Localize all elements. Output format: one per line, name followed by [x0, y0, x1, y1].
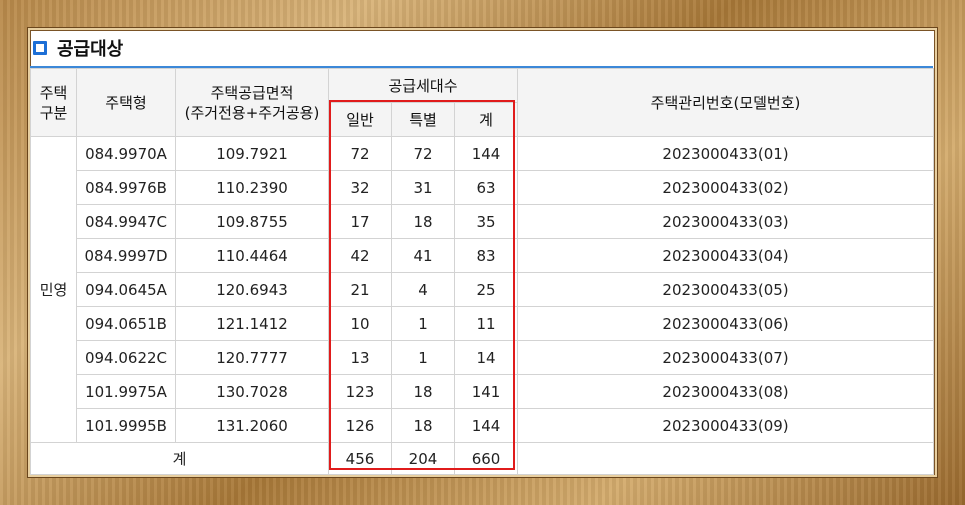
cell-special: 1	[391, 306, 455, 341]
supply-table: 주택 구분 주택형 주택공급면적 (주거전용+주거공용) 공급세대수 주택관리번…	[30, 68, 935, 475]
col-header-units: 공급세대수	[327, 68, 519, 103]
cell-type: 084.9947C	[76, 204, 176, 239]
cell-type: 084.9976B	[76, 170, 176, 205]
cell-total: 144	[453, 136, 519, 171]
table-row: 084.9976B 110.2390 32 31 63 2023000433(0…	[31, 170, 935, 205]
total-mgmt-empty	[517, 442, 935, 475]
section-title: 공급대상	[57, 39, 124, 60]
cell-mgmt: 2023000433(04)	[517, 238, 935, 273]
cell-type: 101.9995B	[76, 408, 176, 443]
cell-area: 121.1412	[175, 306, 329, 341]
col-header-type: 주택형	[76, 68, 176, 137]
cell-special: 31	[391, 170, 455, 205]
group-label: 민영	[30, 136, 77, 443]
cell-general: 123	[328, 374, 392, 409]
total-row: 계 456 204 660	[30, 442, 935, 475]
cell-total: 63	[453, 170, 519, 205]
cell-mgmt: 2023000433(09)	[517, 408, 935, 443]
cell-total: 83	[453, 238, 519, 273]
cell-area: 110.4464	[175, 238, 329, 273]
col-header-units-special: 특별	[391, 102, 455, 137]
cell-mgmt: 2023000433(01)	[517, 136, 935, 171]
cell-mgmt: 2023000433(02)	[517, 170, 935, 205]
table-row: 민영 084.9970A 109.7921 72 72 144 20230004…	[30, 136, 935, 443]
total-total: 660	[453, 442, 519, 475]
col-header-gubun-label: 주택 구분	[39, 83, 68, 122]
col-header-units-total: 계	[453, 102, 519, 137]
cell-special: 72	[391, 136, 455, 171]
cell-general: 126	[328, 408, 392, 443]
col-header-units-general: 일반	[328, 102, 392, 137]
cell-special: 1	[391, 340, 455, 375]
cell-total: 25	[453, 272, 519, 307]
cell-type: 094.0645A	[76, 272, 176, 307]
cell-mgmt: 2023000433(05)	[517, 272, 935, 307]
cell-area: 120.7777	[175, 340, 329, 375]
col-header-area-line2: (주거전용+주거공용)	[184, 103, 320, 122]
cell-type: 094.0651B	[76, 306, 176, 341]
cell-total: 144	[453, 408, 519, 443]
col-header-area: 주택공급면적 (주거전용+주거공용)	[175, 68, 329, 137]
cell-type: 084.9997D	[76, 238, 176, 273]
total-label: 계	[30, 442, 329, 475]
content-panel: 공급대상 주택 구분 주택형 주택공급면적 (주거전용+주거공용) 공급세대수 …	[30, 30, 935, 475]
col-header-mgmt-no: 주택관리번호(모델번호)	[517, 68, 935, 137]
cell-type: 084.9970A	[76, 136, 176, 171]
col-header-area-line1: 주택공급면적	[210, 83, 294, 102]
cell-area: 109.8755	[175, 204, 329, 239]
cell-general: 13	[328, 340, 392, 375]
cell-mgmt: 2023000433(08)	[517, 374, 935, 409]
cell-type: 094.0622C	[76, 340, 176, 375]
cell-total: 11	[453, 306, 519, 341]
total-special: 204	[391, 442, 455, 475]
wooden-frame: 공급대상 주택 구분 주택형 주택공급면적 (주거전용+주거공용) 공급세대수 …	[0, 0, 965, 505]
table-row: 084.9947C 109.8755 17 18 35 2023000433(0…	[31, 204, 935, 239]
cell-special: 18	[391, 408, 455, 443]
cell-general: 42	[328, 238, 392, 273]
cell-general: 32	[328, 170, 392, 205]
cell-special: 4	[391, 272, 455, 307]
cell-mgmt: 2023000433(03)	[517, 204, 935, 239]
table-row: 094.0622C 120.7777 13 1 14 2023000433(07…	[31, 340, 935, 375]
cell-mgmt: 2023000433(07)	[517, 340, 935, 375]
col-header-gubun: 주택 구분	[30, 68, 77, 137]
cell-total: 14	[453, 340, 519, 375]
table-row: 101.9995B 131.2060 126 18 144 2023000433…	[31, 408, 935, 443]
cell-general: 17	[328, 204, 392, 239]
cell-special: 18	[391, 204, 455, 239]
table-row: 101.9975A 130.7028 123 18 141 2023000433…	[31, 374, 935, 409]
table-row: 094.0651B 121.1412 10 1 11 2023000433(06…	[31, 306, 935, 341]
cell-general: 10	[328, 306, 392, 341]
cell-type: 101.9975A	[76, 374, 176, 409]
cell-general: 21	[328, 272, 392, 307]
cell-area: 120.6943	[175, 272, 329, 307]
cell-general: 72	[328, 136, 392, 171]
cell-total: 35	[453, 204, 519, 239]
cell-special: 41	[391, 238, 455, 273]
checkbox-square-icon	[33, 41, 47, 55]
cell-total: 141	[453, 374, 519, 409]
cell-mgmt: 2023000433(06)	[517, 306, 935, 341]
table-row: 084.9997D 110.4464 42 41 83 2023000433(0…	[31, 238, 935, 273]
cell-area: 131.2060	[175, 408, 329, 443]
section-heading: 공급대상	[30, 30, 933, 66]
total-general: 456	[328, 442, 392, 475]
table-row: 094.0645A 120.6943 21 4 25 2023000433(05…	[31, 272, 935, 307]
cell-area: 110.2390	[175, 170, 329, 205]
cell-special: 18	[391, 374, 455, 409]
cell-area: 109.7921	[175, 136, 329, 171]
cell-area: 130.7028	[175, 374, 329, 409]
